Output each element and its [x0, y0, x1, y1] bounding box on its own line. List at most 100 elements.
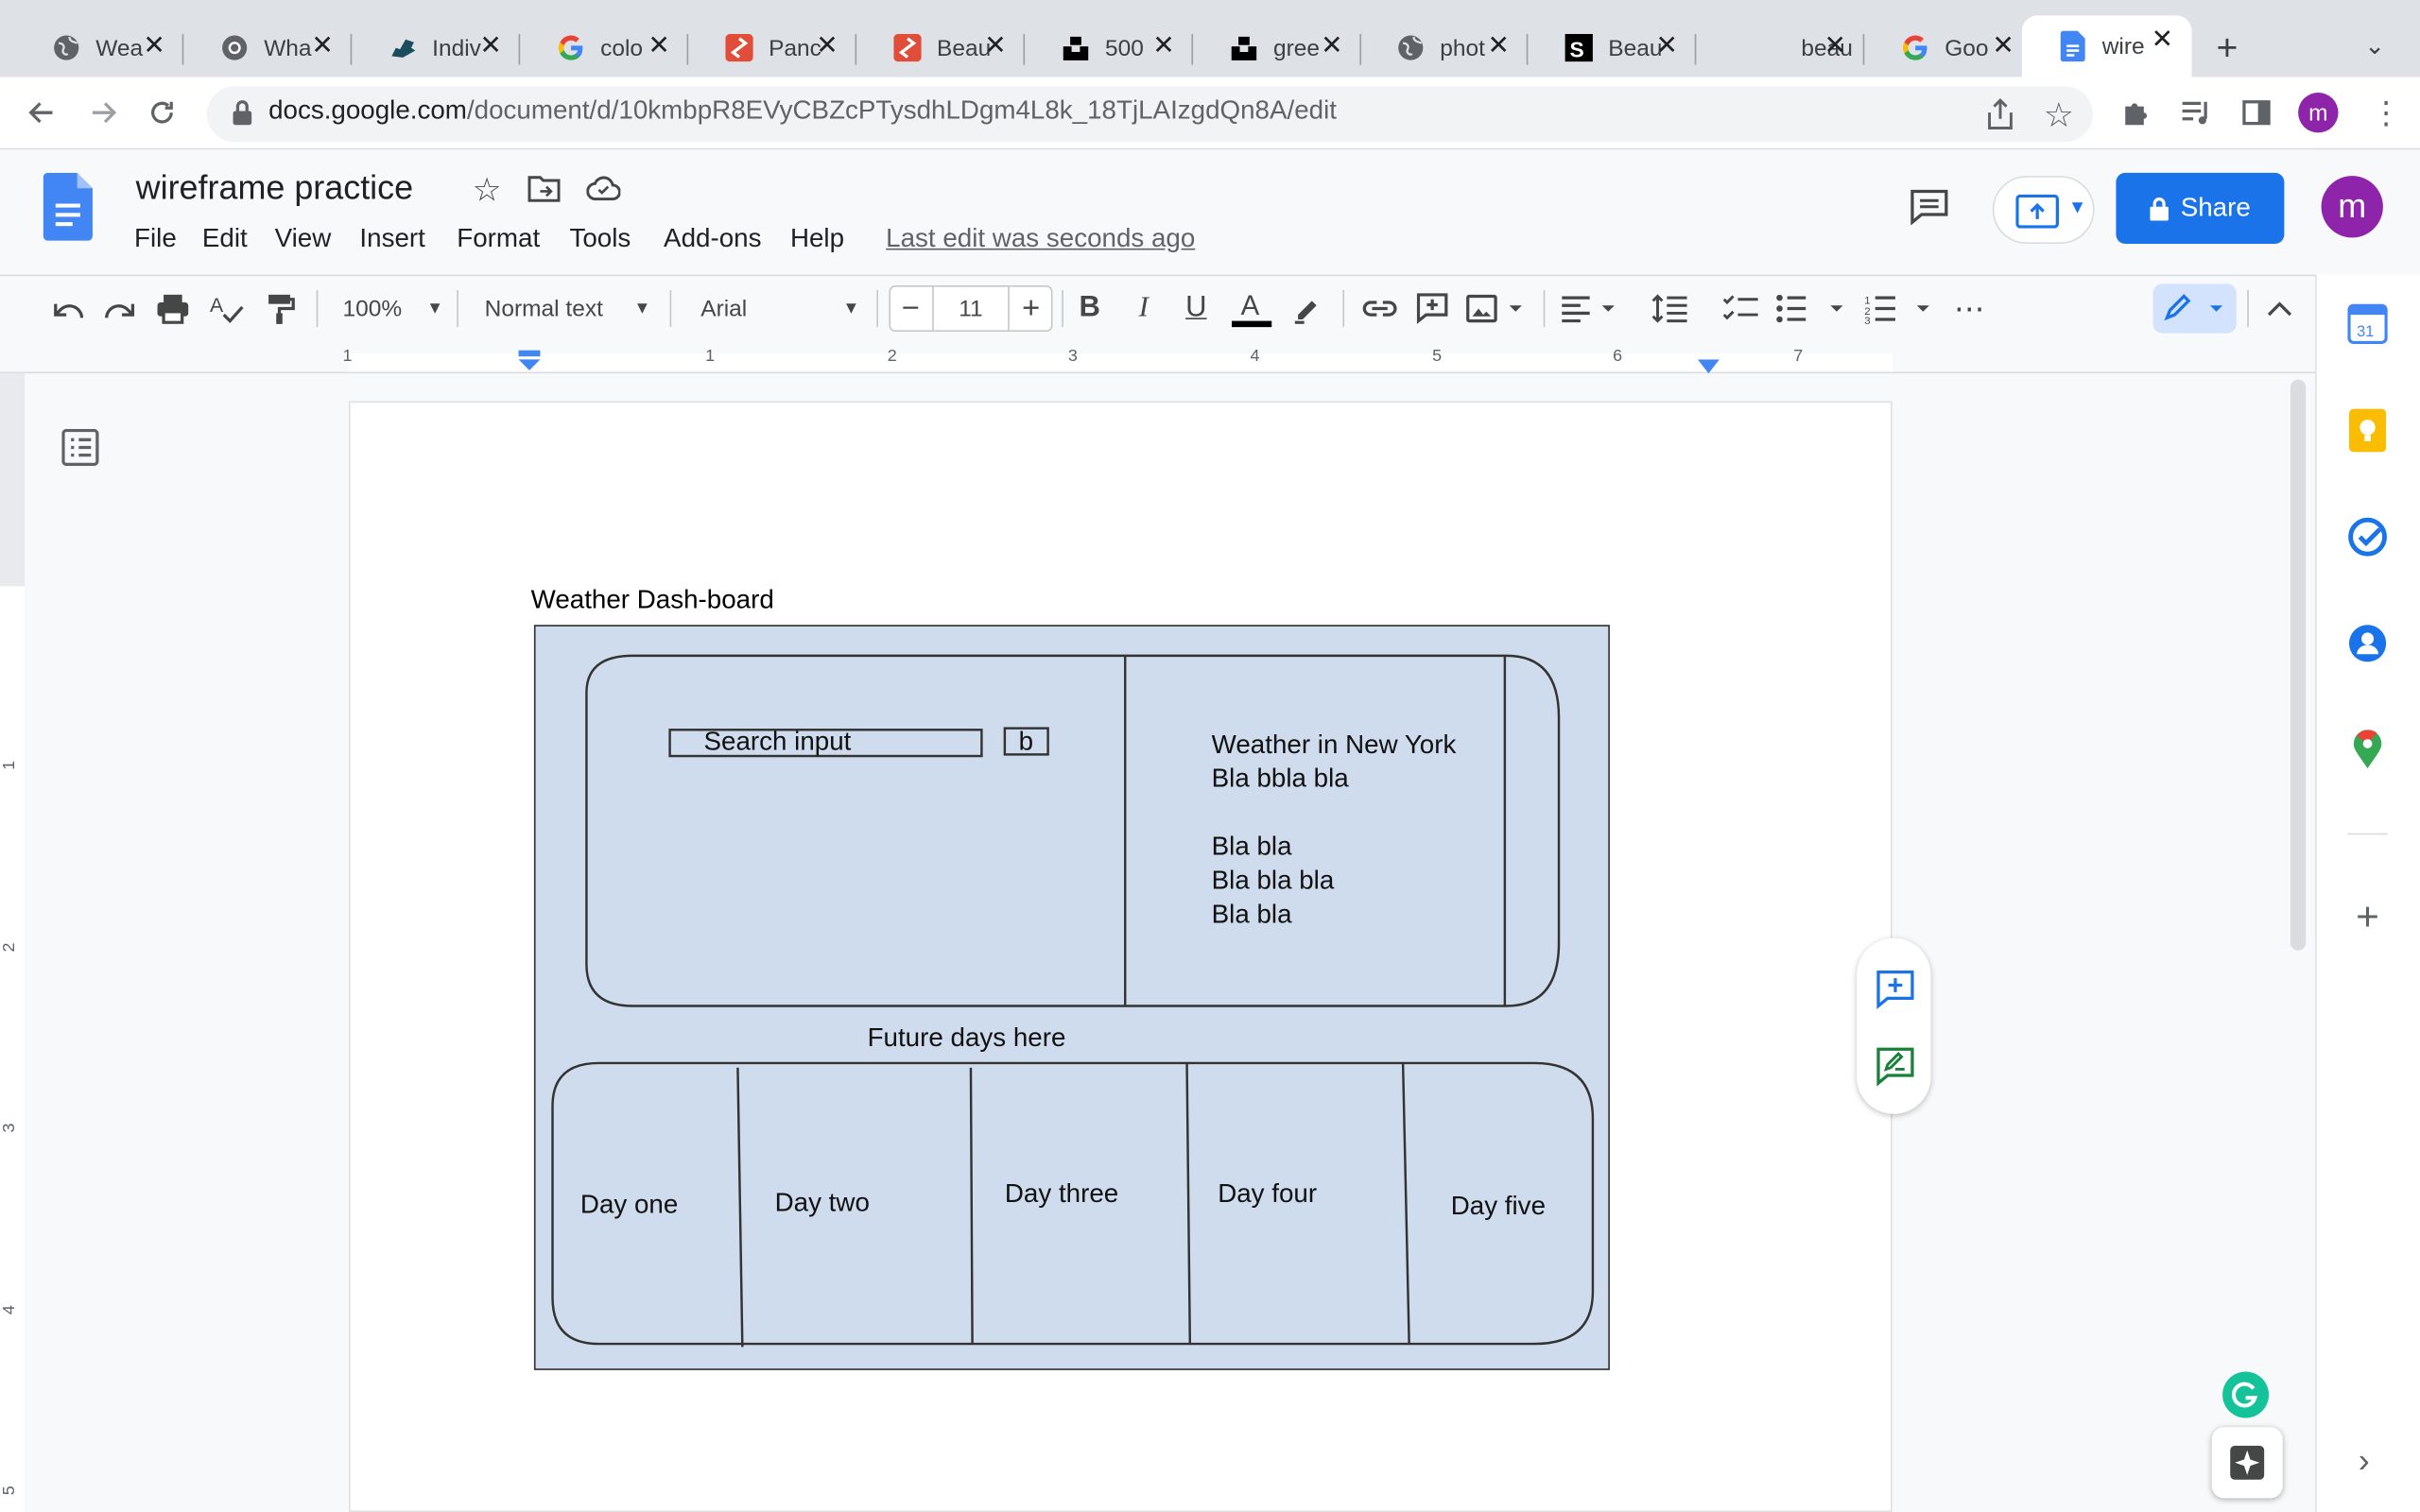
cloud-saved-icon[interactable]: [586, 176, 621, 208]
undo-icon[interactable]: [46, 287, 90, 331]
forward-arrow-icon[interactable]: [80, 90, 127, 136]
grammarly-icon[interactable]: [2222, 1371, 2270, 1418]
profile-avatar[interactable]: m: [2298, 92, 2339, 133]
browser-menu-icon[interactable]: ⋮: [2371, 94, 2402, 133]
menu-insert[interactable]: Insert: [359, 224, 424, 255]
close-tab-icon[interactable]: ✕: [648, 31, 669, 62]
menu-help[interactable]: Help: [790, 224, 844, 255]
paint-format-icon[interactable]: [259, 287, 302, 331]
side-panel-icon[interactable]: [2241, 97, 2273, 136]
expand-side-panel-icon[interactable]: ›: [2359, 1441, 2370, 1481]
close-tab-icon[interactable]: ✕: [479, 31, 501, 62]
share-page-icon[interactable]: [1985, 97, 2016, 139]
checklist-icon[interactable]: [1720, 287, 1763, 331]
document-title[interactable]: wireframe practice: [136, 168, 413, 208]
tab-4[interactable]: Panc ✕: [688, 22, 857, 75]
text-color-icon[interactable]: A: [1230, 287, 1273, 331]
tab-10[interactable]: beau ✕: [1696, 22, 1865, 75]
spellcheck-icon[interactable]: A: [205, 287, 249, 331]
tab-6[interactable]: 500 ✕: [1025, 22, 1194, 75]
font-size-input[interactable]: 11: [932, 285, 1010, 333]
zoom-select[interactable]: 100% ▼: [342, 287, 450, 331]
add-addon-icon[interactable]: +: [2346, 893, 2390, 939]
vertical-scrollbar[interactable]: [2290, 379, 2307, 951]
menu-view[interactable]: View: [275, 224, 332, 255]
docs-logo-icon[interactable]: [43, 172, 93, 249]
underline-icon[interactable]: U: [1178, 287, 1215, 331]
print-icon[interactable]: [151, 287, 195, 331]
contacts-icon[interactable]: [2346, 622, 2390, 665]
editing-mode-button[interactable]: [2152, 284, 2237, 334]
lock-icon[interactable]: [232, 98, 253, 134]
close-tab-icon[interactable]: ✕: [143, 31, 164, 62]
close-tab-icon[interactable]: ✕: [1992, 31, 2014, 62]
menu-add-ons[interactable]: Add-ons: [664, 224, 761, 255]
media-control-icon[interactable]: [2179, 97, 2213, 136]
line-spacing-icon[interactable]: [1649, 287, 1692, 331]
tab-9[interactable]: S Beau ✕: [1528, 22, 1697, 75]
close-tab-icon[interactable]: ✕: [1655, 31, 1677, 62]
last-edit-link[interactable]: Last edit was seconds ago: [886, 224, 1195, 255]
tab-5[interactable]: Beau ✕: [856, 22, 1026, 75]
tasks-icon[interactable]: [2346, 515, 2390, 558]
url-text[interactable]: docs.google.com/document/d/10kmbpR8EVyCB…: [268, 95, 1337, 127]
close-tab-icon[interactable]: ✕: [1488, 31, 1510, 62]
menu-format[interactable]: Format: [457, 224, 540, 255]
tab-2[interactable]: Indiv ✕: [352, 22, 521, 75]
more-options-icon[interactable]: ⋯: [1951, 287, 1988, 331]
star-icon[interactable]: ☆: [473, 171, 502, 210]
right-indent-marker-icon[interactable]: [1697, 355, 1720, 383]
account-avatar[interactable]: m: [2321, 176, 2383, 238]
add-comment-fab-icon[interactable]: [1876, 969, 1915, 1017]
increase-font-size-button[interactable]: +: [1015, 287, 1046, 331]
bookmark-star-icon[interactable]: ☆: [2044, 95, 2074, 135]
tab-0[interactable]: Wea ✕: [15, 22, 184, 75]
paragraph-style-select[interactable]: Normal text ▼: [485, 287, 658, 331]
extensions-puzzle-icon[interactable]: [2120, 97, 2152, 136]
new-tab-button[interactable]: +: [2217, 27, 2238, 71]
align-left-icon[interactable]: [1559, 287, 1620, 331]
close-tab-icon[interactable]: ✕: [311, 31, 333, 62]
tab-7[interactable]: gree ✕: [1193, 22, 1362, 75]
comment-history-icon[interactable]: [1910, 188, 1949, 232]
font-family-select[interactable]: Arial ▼: [700, 287, 871, 331]
maps-icon[interactable]: [2346, 729, 2390, 772]
tab-3[interactable]: colo ✕: [520, 22, 689, 75]
tab-12[interactable]: wire ✕: [2021, 15, 2192, 77]
bulleted-list-icon[interactable]: [1775, 287, 1853, 331]
move-folder-icon[interactable]: [527, 174, 562, 210]
insert-image-icon[interactable]: [1466, 287, 1528, 331]
redo-icon[interactable]: [98, 287, 142, 331]
highlight-color-icon[interactable]: [1288, 287, 1325, 331]
close-tab-icon[interactable]: ✕: [984, 31, 1006, 62]
suggest-edits-icon[interactable]: [1876, 1046, 1915, 1094]
close-tab-icon[interactable]: ✕: [816, 31, 838, 62]
tab-1[interactable]: Wha ✕: [183, 22, 353, 75]
insert-link-icon[interactable]: [1358, 287, 1402, 331]
menu-tools[interactable]: Tools: [569, 224, 631, 255]
keep-icon[interactable]: [2346, 408, 2390, 453]
close-tab-icon[interactable]: ✕: [1824, 31, 1845, 62]
close-tab-icon[interactable]: ✕: [2152, 25, 2173, 56]
document-outline-icon[interactable]: [61, 428, 101, 473]
italic-icon[interactable]: I: [1125, 287, 1162, 331]
tab-11[interactable]: Goo ✕: [1864, 22, 2032, 75]
numbered-list-icon[interactable]: 123: [1864, 287, 1942, 331]
bold-icon[interactable]: B: [1071, 287, 1108, 331]
share-button[interactable]: Share: [2116, 172, 2285, 244]
collapse-menus-icon[interactable]: [2263, 287, 2297, 331]
tab-8[interactable]: phot ✕: [1359, 22, 1529, 75]
present-button[interactable]: ▼: [1992, 176, 2095, 244]
back-arrow-icon[interactable]: [19, 90, 65, 136]
tab-search-chevron-icon[interactable]: ⌄: [2364, 31, 2385, 62]
reload-icon[interactable]: [139, 90, 185, 136]
decrease-font-size-button[interactable]: −: [895, 287, 926, 331]
menu-file[interactable]: File: [134, 224, 177, 255]
close-tab-icon[interactable]: ✕: [1321, 31, 1342, 62]
explore-button[interactable]: [2211, 1427, 2283, 1499]
add-comment-icon[interactable]: [1414, 287, 1451, 331]
calendar-icon[interactable]: 31: [2346, 302, 2390, 346]
close-tab-icon[interactable]: ✕: [1152, 31, 1174, 62]
menu-edit[interactable]: Edit: [202, 224, 248, 255]
present-dropdown-icon[interactable]: ▼: [2068, 196, 2086, 217]
